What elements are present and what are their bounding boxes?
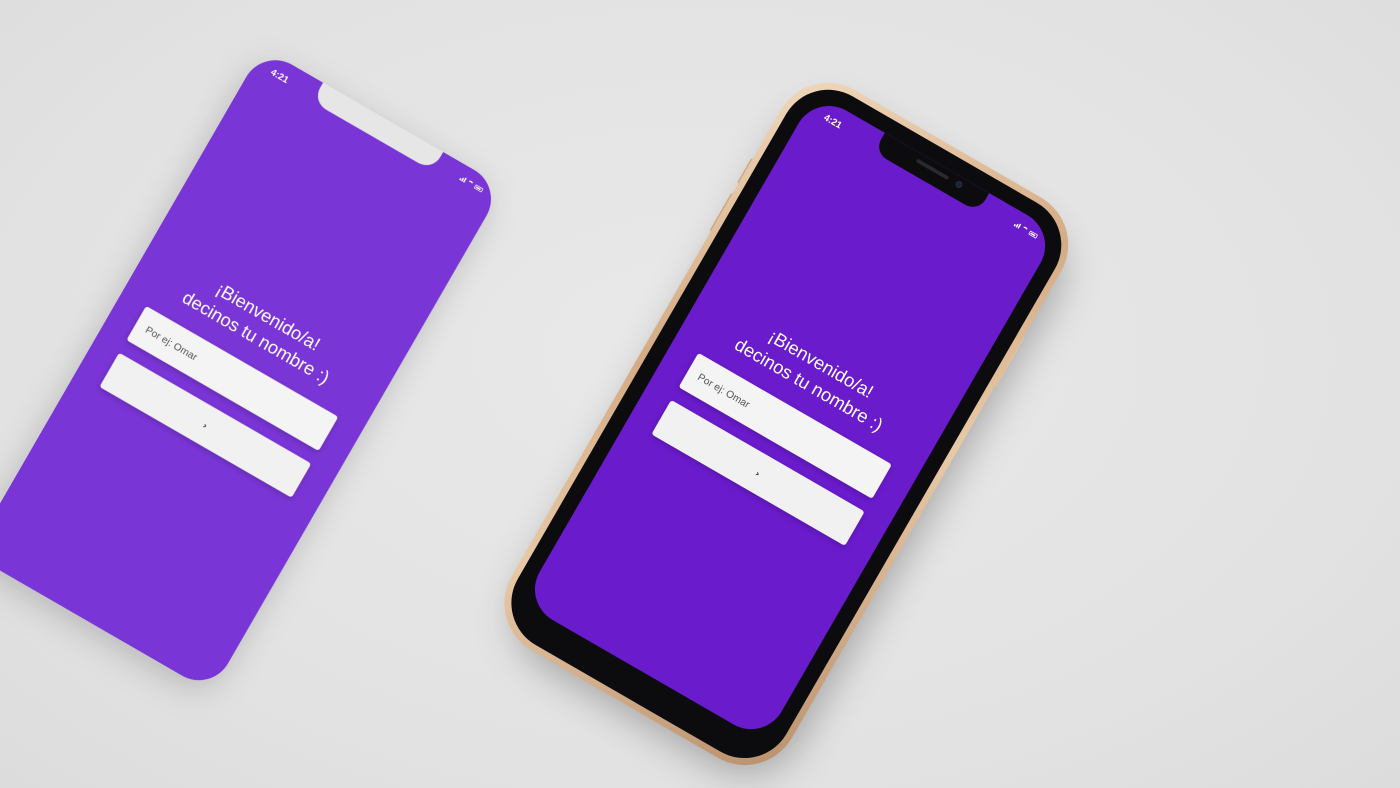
status-time: 4:21: [821, 111, 845, 131]
chevron-right-icon: ›: [753, 467, 762, 479]
front-phone-mockup: 4:21 ¡Bienvenido/a! decinos tu nombre :)…: [484, 63, 1089, 788]
welcome-line-1: ¡Bienvenido/a!: [212, 279, 324, 356]
wifi-icon: [1020, 225, 1029, 234]
chevron-right-icon: ›: [201, 420, 210, 431]
wifi-icon: [466, 179, 475, 188]
status-icons: [459, 175, 484, 193]
notch-cutout: [312, 80, 445, 171]
status-time: 4:21: [268, 66, 291, 86]
back-screen: 4:21 ¡Bienvenido/a! decinos tu nombre :)…: [0, 48, 504, 693]
status-icons: [1013, 221, 1039, 239]
back-screen-mockup: 4:21 ¡Bienvenido/a! decinos tu nombre :)…: [0, 48, 504, 693]
mockup-stage: 4:21 ¡Bienvenido/a! decinos tu nombre :)…: [0, 0, 1400, 788]
front-camera: [954, 179, 964, 190]
battery-icon: [473, 184, 484, 193]
battery-icon: [1028, 230, 1039, 239]
signal-icon: [1013, 221, 1022, 229]
signal-icon: [459, 175, 467, 183]
welcome-line-1: ¡Bienvenido/a!: [764, 325, 877, 403]
